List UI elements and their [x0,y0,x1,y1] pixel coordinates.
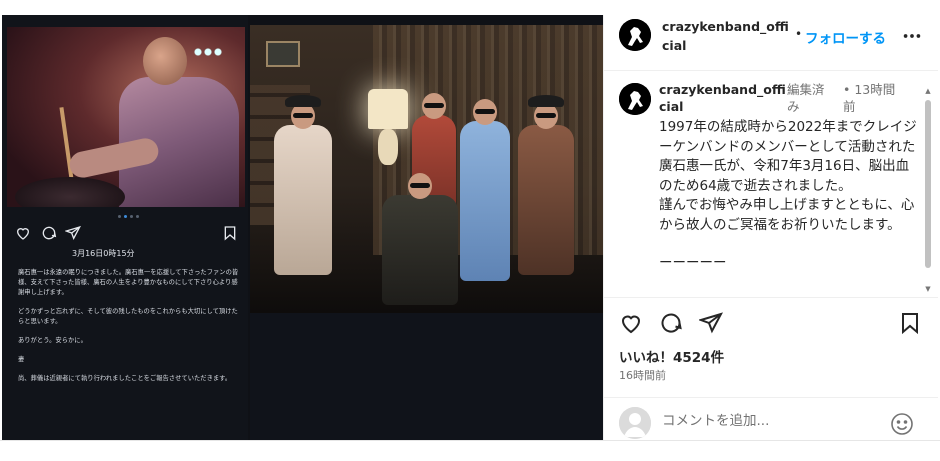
heart-icon [16,228,30,240]
emoji-icon[interactable] [890,412,914,436]
add-comment-input[interactable] [662,410,882,432]
carousel-dots [118,215,139,218]
header-username[interactable]: crazykenband_official [662,17,794,55]
drummer-photo [7,27,245,207]
share-icon [65,225,81,240]
avatar[interactable] [619,83,651,115]
media-caption: 廣石惠一は永遠の眠りにつきました。廣石惠一を応援して下さったファンの皆様、支えて… [18,268,240,393]
media-date: 3月16日0時15分 [72,249,135,258]
carousel-dot [118,215,121,218]
comment-paragraph: 1997年の結成時から2022年までクレイジーケンバンドのメンバーとして活動され… [659,119,917,194]
band-photo [250,25,603,313]
drummer-head [143,37,187,85]
lamp-base [378,129,398,165]
avatar[interactable] [619,19,651,51]
band-logo-icon [619,19,651,51]
band-member [274,95,332,275]
more-horizontal-icon[interactable] [901,27,923,45]
stage-lights [193,47,223,57]
comment-icon [42,226,57,240]
edited-label: 編集済み [787,82,825,114]
comments-scrollbar[interactable]: ▲ ▼ [924,87,932,293]
scroll-down-icon[interactable]: ▼ [924,285,932,293]
share-icon[interactable] [699,311,723,335]
comment-time-label[interactable]: 13時間前 [843,82,895,114]
add-comment-bar [604,397,938,440]
caption-paragraph: どうかずっと忘れずに、そして彼の残したものをこれからも大切にして頂けたらと思いま… [18,308,238,325]
comment-time: • 13時間前 [843,81,903,115]
post-header: crazykenband_official • フォローする [604,15,938,71]
band-logo-icon [619,83,651,115]
post-age[interactable]: 16時間前 [619,367,666,383]
comment-username[interactable]: crazykenband_official [659,81,791,115]
post-sidebar: crazykenband_official • フォローする crazykenb… [603,15,938,440]
drumstick [59,107,75,187]
follow-button[interactable]: フォローする [805,27,886,47]
wall-picture [266,41,300,67]
bottom-margin [0,440,940,461]
lamp-shade [368,89,408,129]
post-actions: いいね！4524件 16時間前 [604,297,938,397]
drum [15,177,125,207]
default-user-icon [619,407,651,439]
caption-paragraph: 妻 [18,356,25,363]
media-action-icons [15,225,237,243]
separator-dot: • [795,27,803,41]
carousel-dot-active [124,215,127,218]
carousel-dot [130,215,133,218]
avatar [619,407,651,439]
comments-area[interactable]: crazykenband_official 編集済み • 13時間前 1997年… [604,71,938,297]
like-count[interactable]: いいね！4524件 [619,346,724,366]
bookmark-icon[interactable] [898,311,922,335]
comment-paragraph: ーーーーー [659,255,727,271]
caption-paragraph: ありがとう。安らかに。 [18,337,87,344]
separator-dot: • [843,82,851,97]
comment-icon[interactable] [659,311,683,335]
media-bottom-panel [250,313,603,440]
heart-icon[interactable] [619,311,643,335]
top-margin [0,0,940,15]
comment-paragraph: 謹んでお悔やみ申し上げますとともに、心から故人のご冥福をお祈りいたします。 [659,197,915,233]
comment-body: 1997年の結成時から2022年までクレイジーケンバンドのメンバーとして活動され… [659,118,921,274]
bookmark-icon [224,226,236,241]
scroll-up-icon[interactable]: ▲ [924,87,932,95]
band-member [382,173,458,305]
caption-paragraph: 廣石惠一は永遠の眠りにつきました。廣石惠一を応援して下さったファンの皆様、支えて… [18,269,239,296]
scrollbar-thumb[interactable] [925,100,931,268]
band-member [518,95,574,275]
band-member [460,99,510,281]
caption-paragraph: 尚、葬儀は近親者にて執り行われましたことをご報告させていただきます。 [18,375,232,382]
post-media[interactable]: 3月16日0時15分 廣石惠一は永遠の眠りにつきました。廣石惠一を応援して下さっ… [2,15,603,440]
carousel-dot [136,215,139,218]
media-left-panel: 3月16日0時15分 廣石惠一は永遠の眠りにつきました。廣石惠一を応援して下さっ… [2,15,248,440]
